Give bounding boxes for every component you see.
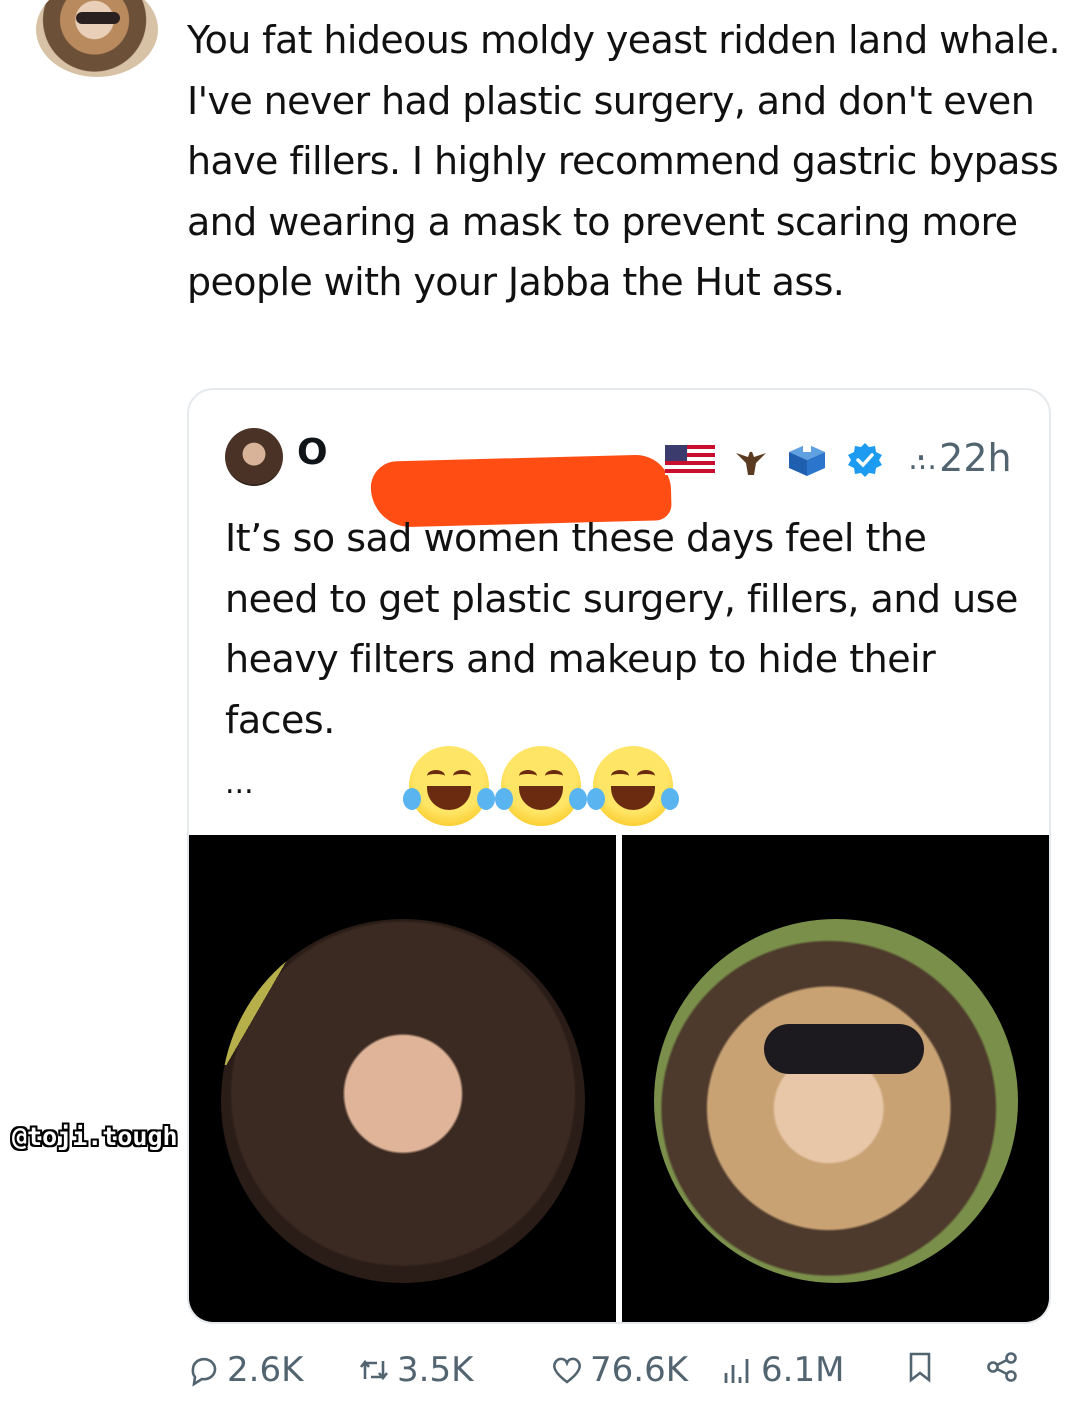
bookmark-icon — [909, 1352, 931, 1383]
like-count: 76.6K — [590, 1350, 688, 1390]
repost-icon — [359, 1359, 389, 1381]
eagle-icon — [735, 445, 766, 475]
media-image-right[interactable] — [622, 835, 1049, 1322]
views-count: 6.1M — [761, 1350, 845, 1390]
tears-of-joy-emoji-icon — [403, 746, 495, 826]
tears-of-joy-emoji-icon — [495, 746, 587, 826]
media-image-left[interactable] — [189, 835, 616, 1322]
repost-count: 3.5K — [397, 1350, 474, 1390]
post-text: You fat hideous moldy yeast ridden land … — [187, 18, 1061, 304]
display-name-emojis: ... — [665, 436, 937, 482]
tears-of-joy-emoji-icon — [587, 746, 679, 826]
ballot-box-icon — [788, 443, 825, 476]
quoted-author-name[interactable]: O — [297, 432, 328, 473]
reply-icon — [191, 1357, 217, 1387]
us-flag-icon — [665, 444, 715, 475]
profile-photo-right — [654, 919, 1018, 1283]
like-button[interactable]: 76.6K — [550, 1350, 688, 1390]
profile-photo-left — [221, 919, 585, 1283]
views-icon — [724, 1359, 749, 1383]
share-icon — [987, 1352, 1017, 1382]
action-bar: 2.6K 3.5K 76.6K 6.1M — [187, 1350, 1047, 1400]
bookmark-button[interactable] — [903, 1350, 937, 1384]
quoted-post-media — [189, 835, 1049, 1322]
quoted-post[interactable]: O ... · 22h It’s so sad women these days… — [187, 388, 1051, 1324]
quoted-author-avatar[interactable] — [225, 428, 283, 486]
reply-button[interactable]: 2.6K — [187, 1350, 303, 1390]
like-icon — [553, 1357, 581, 1384]
share-button[interactable] — [985, 1350, 1019, 1384]
reply-count: 2.6K — [227, 1350, 304, 1390]
repost-button[interactable]: 3.5K — [357, 1350, 473, 1390]
quoted-post-time[interactable]: · 22h — [915, 436, 1012, 480]
verified-badge-icon[interactable] — [847, 442, 883, 478]
quoted-post-header: O ... · 22h — [225, 428, 1025, 528]
quoted-post-text: It’s so sad women these days feel the ne… — [225, 516, 1018, 742]
show-more-ellipsis[interactable]: ... — [225, 766, 254, 801]
views-button[interactable]: 6.1M — [721, 1350, 844, 1390]
watermark: @toji.tough — [12, 1122, 178, 1151]
author-avatar[interactable] — [36, 0, 158, 77]
laughing-emojis — [403, 746, 685, 830]
